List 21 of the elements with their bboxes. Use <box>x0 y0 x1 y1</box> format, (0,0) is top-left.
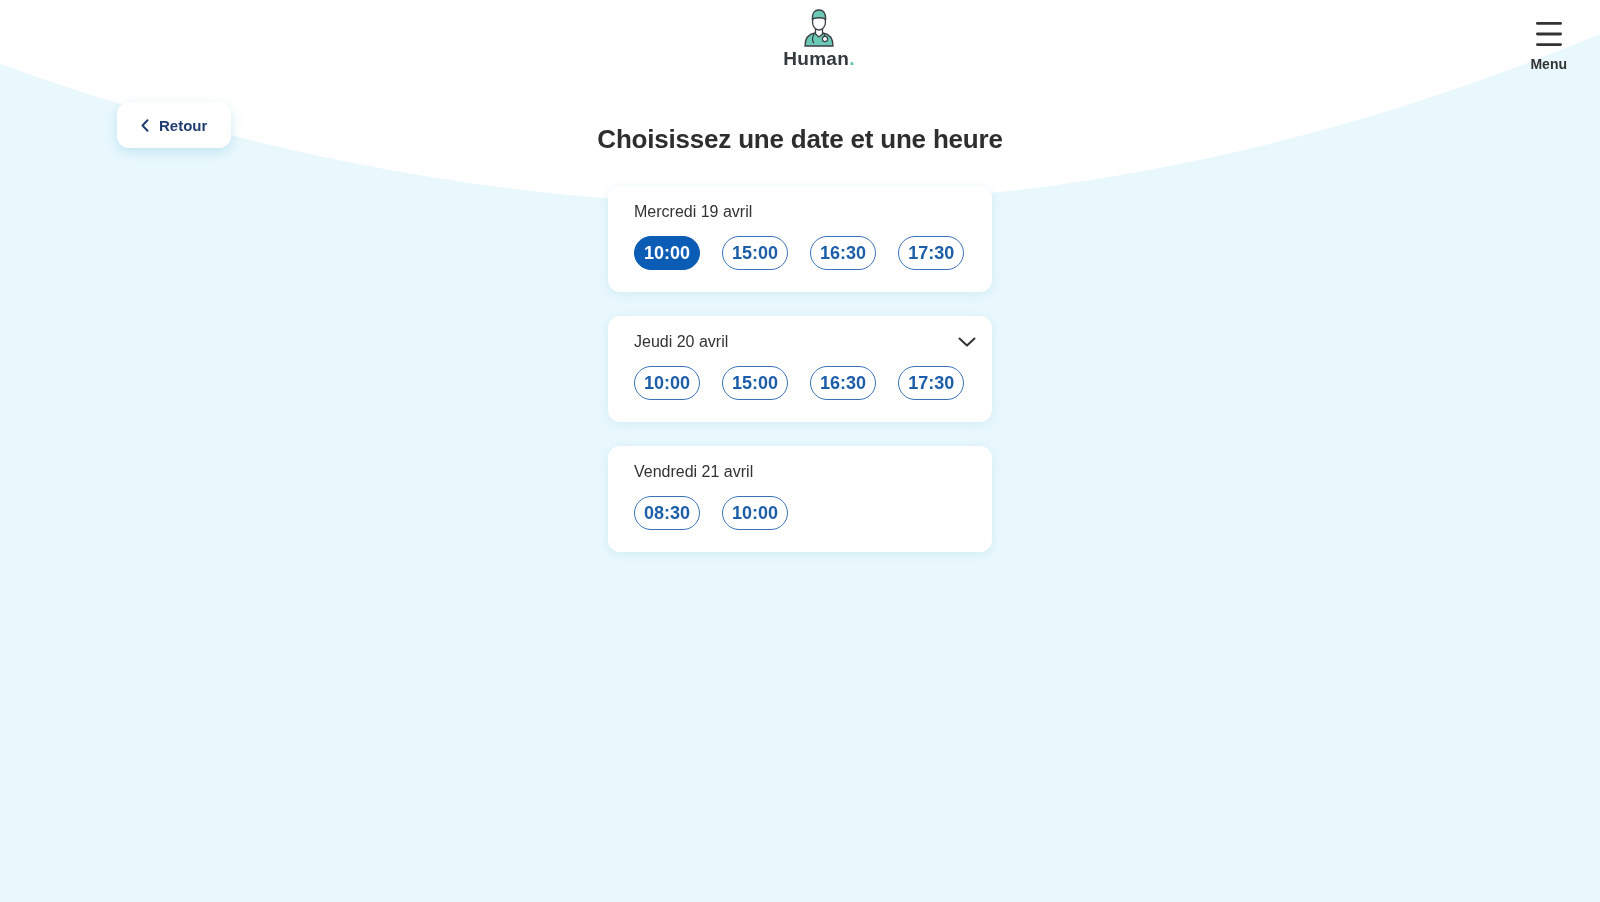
time-slot[interactable]: 10:00 <box>634 366 701 400</box>
time-slot[interactable]: 16:30 <box>810 366 877 400</box>
logo-wordmark: Human. <box>783 49 855 69</box>
chevron-left-icon <box>141 118 149 132</box>
chevron-down-icon[interactable] <box>958 337 976 347</box>
day-label: Jeudi 20 avril <box>634 333 729 351</box>
time-slot[interactable]: 17:30 <box>898 366 965 400</box>
page-title: Choisissez une date et une heure <box>597 124 1003 154</box>
time-slot[interactable]: 10:00 <box>722 496 789 530</box>
time-slot[interactable]: 08:30 <box>634 496 701 530</box>
menu-button[interactable]: Menu <box>1530 22 1567 74</box>
day-label: Vendredi 21 avril <box>634 463 754 481</box>
time-slot[interactable]: 15:00 <box>722 366 789 400</box>
doctor-logo-icon <box>803 8 835 47</box>
back-button[interactable]: Retour <box>117 102 231 148</box>
menu-icon <box>1535 22 1562 46</box>
day-label: Mercredi 19 avril <box>634 203 753 221</box>
time-slot[interactable]: 16:30 <box>810 236 877 270</box>
time-slot[interactable]: 10:00 <box>634 236 701 270</box>
time-slot[interactable]: 15:00 <box>722 236 789 270</box>
time-slot[interactable]: 17:30 <box>898 236 965 270</box>
